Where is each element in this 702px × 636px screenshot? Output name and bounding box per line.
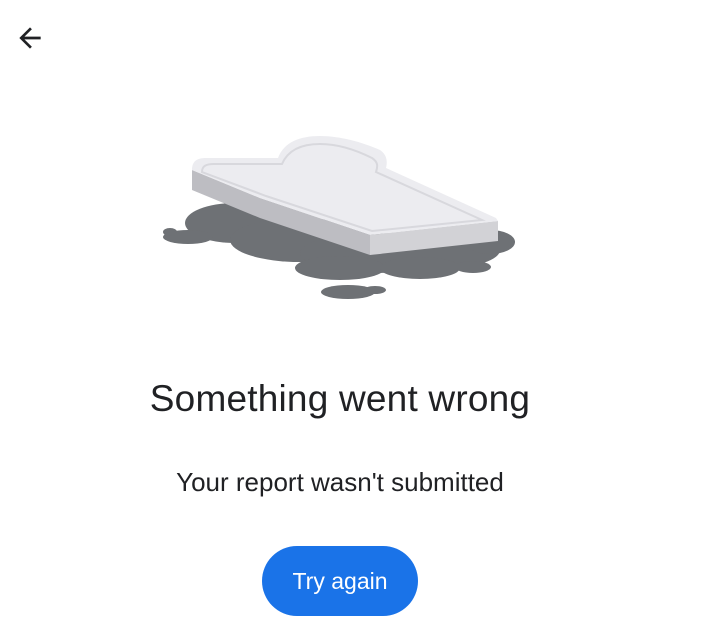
spilled-toast-icon [163, 136, 515, 299]
arrow-back-icon [19, 27, 41, 49]
spilled-toast-illustration [160, 128, 520, 308]
try-again-button[interactable]: Try again [262, 546, 418, 616]
error-message: Your report wasn't submitted [176, 467, 504, 497]
error-title: Something went wrong [149, 378, 531, 419]
back-button[interactable] [8, 16, 52, 60]
